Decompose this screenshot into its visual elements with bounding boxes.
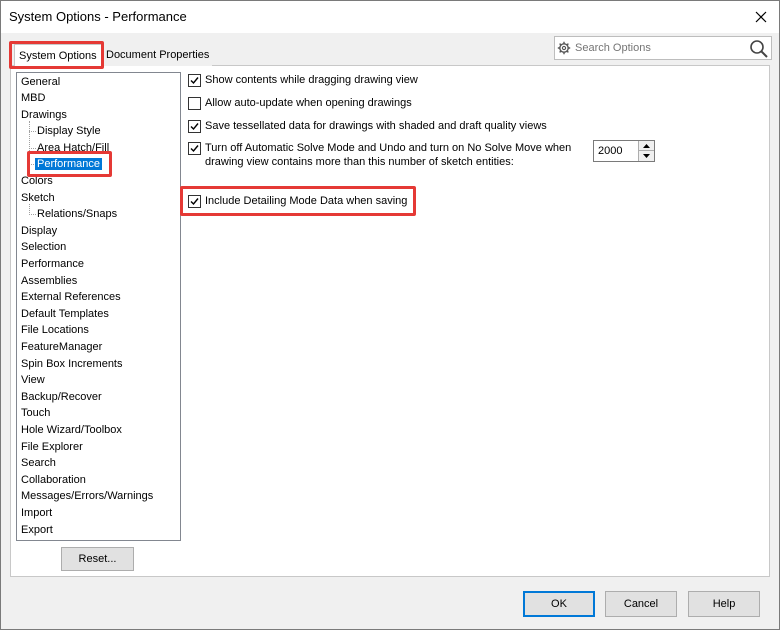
tree-item-export[interactable]: Export bbox=[21, 522, 53, 538]
dialog-title: System Options - Performance bbox=[9, 9, 187, 24]
ok-button[interactable]: OK bbox=[523, 591, 595, 617]
checkmark-icon bbox=[190, 198, 199, 206]
turn-off-solve-label: Turn off Automatic Solve Mode and Undo a… bbox=[205, 141, 571, 169]
tree-item-relations-snaps[interactable]: Relations/Snaps bbox=[37, 206, 117, 222]
option-allow-auto-update[interactable]: Allow auto-update when opening drawings bbox=[188, 96, 412, 112]
cancel-button[interactable]: Cancel bbox=[605, 591, 677, 617]
turn-off-solve-checkbox[interactable] bbox=[188, 142, 201, 155]
option-save-tessellated[interactable]: Save tessellated data for drawings with … bbox=[188, 119, 547, 135]
tree-item-performance[interactable]: Performance bbox=[21, 256, 84, 272]
tree-item-drawings[interactable]: Drawings bbox=[21, 107, 67, 123]
tree-item-colors[interactable]: Colors bbox=[21, 173, 53, 189]
tree-item-external-references[interactable]: External References bbox=[21, 289, 121, 305]
help-button[interactable]: Help bbox=[688, 591, 760, 617]
tree-item-collaboration[interactable]: Collaboration bbox=[21, 472, 86, 488]
allow-auto-update-checkbox[interactable] bbox=[188, 97, 201, 110]
sketch-entities-spinbox[interactable] bbox=[593, 140, 655, 162]
title-bar: System Options - Performance bbox=[1, 1, 779, 33]
allow-auto-update-label: Allow auto-update when opening drawings bbox=[205, 97, 412, 109]
close-button[interactable] bbox=[749, 5, 773, 29]
show-contents-checkbox[interactable] bbox=[188, 74, 201, 87]
gear-icon bbox=[557, 41, 571, 55]
show-contents-label: Show contents while dragging drawing vie… bbox=[205, 74, 418, 86]
tab-system-options-label: System Options bbox=[19, 50, 97, 62]
tree-item-assemblies[interactable]: Assemblies bbox=[21, 273, 77, 289]
sketch-entities-input[interactable] bbox=[594, 141, 638, 161]
tree-item-import[interactable]: Import bbox=[21, 505, 52, 521]
tree-item-touch[interactable]: Touch bbox=[21, 405, 50, 421]
include-detailing-checkbox[interactable] bbox=[188, 195, 201, 208]
include-detailing-label: Include Detailing Mode Data when saving bbox=[205, 195, 408, 207]
option-turn-off-solve[interactable]: Turn off Automatic Solve Mode and Undo a… bbox=[188, 141, 571, 171]
tree-item-view[interactable]: View bbox=[21, 372, 45, 388]
tree-item-mbd[interactable]: MBD bbox=[21, 90, 45, 106]
turn-off-solve-label-line2: drawing view contains more than this num… bbox=[205, 156, 514, 168]
search-box[interactable] bbox=[554, 36, 772, 60]
tree-item-backup-recover[interactable]: Backup/Recover bbox=[21, 389, 102, 405]
selected-tree-label: Performance bbox=[35, 158, 102, 170]
options-tree[interactable]: General MBD Drawings Display Style Area … bbox=[16, 72, 181, 541]
spin-down-button[interactable] bbox=[638, 151, 654, 161]
tab-document-properties[interactable]: Document Properties bbox=[102, 44, 212, 66]
search-icon[interactable] bbox=[749, 39, 769, 59]
tree-item-file-explorer[interactable]: File Explorer bbox=[21, 439, 83, 455]
checkmark-icon bbox=[190, 77, 199, 85]
close-icon bbox=[755, 11, 767, 23]
tree-item-area-hatch-fill[interactable]: Area Hatch/Fill bbox=[37, 140, 109, 156]
tree-connector bbox=[29, 121, 30, 165]
tree-item-featuremanager[interactable]: FeatureManager bbox=[21, 339, 102, 355]
tree-item-selection[interactable]: Selection bbox=[21, 239, 66, 255]
tree-connector bbox=[29, 214, 36, 215]
tree-item-sketch[interactable]: Sketch bbox=[21, 190, 55, 206]
save-tessellated-label: Save tessellated data for drawings with … bbox=[205, 120, 547, 132]
option-include-detailing[interactable]: Include Detailing Mode Data when saving bbox=[188, 194, 407, 210]
tree-item-default-templates[interactable]: Default Templates bbox=[21, 306, 109, 322]
tree-item-display[interactable]: Display bbox=[21, 223, 57, 239]
tree-connector bbox=[29, 148, 36, 149]
save-tessellated-checkbox[interactable] bbox=[188, 120, 201, 133]
turn-off-solve-label-line1: Turn off Automatic Solve Mode and Undo a… bbox=[205, 142, 572, 154]
tab-document-properties-label: Document Properties bbox=[106, 49, 210, 61]
tree-item-spin-box-increments[interactable]: Spin Box Increments bbox=[21, 356, 123, 372]
option-show-contents[interactable]: Show contents while dragging drawing vie… bbox=[188, 73, 418, 89]
checkmark-icon bbox=[190, 123, 199, 131]
search-input[interactable] bbox=[571, 42, 731, 54]
tree-item-drawings-performance[interactable]: Performance bbox=[35, 156, 102, 172]
spin-up-button[interactable] bbox=[638, 141, 654, 151]
reset-button[interactable]: Reset... bbox=[61, 547, 134, 571]
tree-item-hole-wizard-toolbox[interactable]: Hole Wizard/Toolbox bbox=[21, 422, 122, 438]
checkmark-icon bbox=[190, 145, 199, 153]
arrow-up-icon bbox=[643, 143, 650, 148]
tree-item-messages-errors-warnings[interactable]: Messages/Errors/Warnings bbox=[21, 488, 153, 504]
tree-item-file-locations[interactable]: File Locations bbox=[21, 322, 89, 338]
tree-item-display-style[interactable]: Display Style bbox=[37, 123, 101, 139]
tree-item-search[interactable]: Search bbox=[21, 455, 56, 471]
tree-item-general[interactable]: General bbox=[21, 74, 60, 90]
arrow-down-icon bbox=[643, 154, 650, 158]
tab-system-options[interactable]: System Options bbox=[14, 44, 103, 66]
tree-connector bbox=[29, 131, 36, 132]
